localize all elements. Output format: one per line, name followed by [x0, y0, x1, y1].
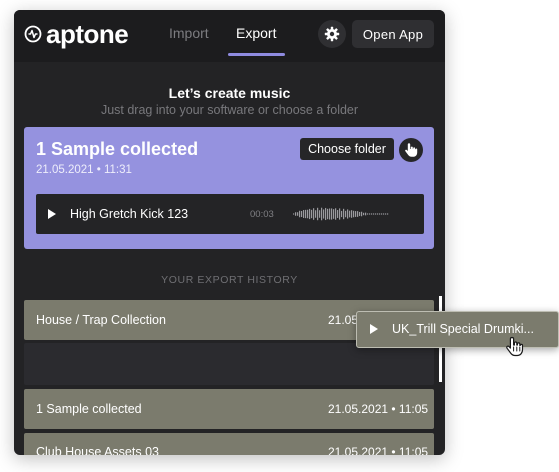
play-icon[interactable]	[48, 209, 56, 219]
play-icon[interactable]	[370, 324, 378, 334]
drop-placeholder	[24, 343, 434, 385]
settings-button[interactable]	[318, 20, 346, 48]
open-app-button[interactable]: Open App	[352, 20, 434, 48]
top-bar: aptone Import Export Open App	[14, 10, 445, 62]
grab-hand-cursor-icon	[506, 336, 524, 357]
gear-icon	[324, 26, 340, 42]
page-title: Let’s create music	[168, 85, 291, 101]
collected-date: 21.05.2021 • 11:31	[36, 164, 132, 176]
aptone-wave-icon	[24, 25, 42, 43]
drag-handle[interactable]	[399, 138, 423, 162]
history-row[interactable]: Club House Assets 03 21.05.2021 • 11:05	[24, 433, 434, 455]
app-window: aptone Import Export Open App Let’s crea…	[14, 10, 445, 455]
logo: aptone	[24, 19, 129, 49]
collected-title: 1 Sample collected	[36, 139, 199, 159]
waveform-icon	[293, 207, 389, 221]
history-row-name: 1 Sample collected	[36, 402, 142, 416]
history-heading: YOUR EXPORT HISTORY	[161, 274, 298, 286]
dragged-item[interactable]: UK_Trill Special Drumki...	[356, 311, 559, 348]
tab-import[interactable]: Import	[169, 25, 209, 41]
collected-card: 1 Sample collected 21.05.2021 • 11:31 Ch…	[24, 127, 434, 249]
history-row[interactable]: 1 Sample collected 21.05.2021 • 11:05	[24, 389, 434, 429]
brand-name: aptone	[46, 19, 129, 49]
history-row-date: 21.05.2021 • 11:05	[328, 445, 429, 455]
hand-pointer-icon	[405, 143, 418, 157]
dragged-item-name: UK_Trill Special Drumki...	[392, 322, 534, 336]
sample-name: High Gretch Kick 123	[70, 207, 189, 221]
history-row-name: House / Trap Collection	[36, 313, 166, 327]
choose-folder-button[interactable]: Choose folder	[300, 138, 394, 160]
history-row-name: Club House Assets 03	[36, 445, 159, 455]
sample-row[interactable]: High Gretch Kick 123 00:03	[36, 194, 424, 234]
sample-duration: 00:03	[250, 209, 274, 220]
history-row-date: 21.05.2021 • 11:05	[328, 402, 429, 416]
page-subtitle: Just drag into your software or choose a…	[100, 103, 359, 117]
active-tab-indicator	[228, 53, 285, 56]
history-row-date: 21.05	[328, 313, 359, 327]
tab-export[interactable]: Export	[236, 25, 276, 41]
